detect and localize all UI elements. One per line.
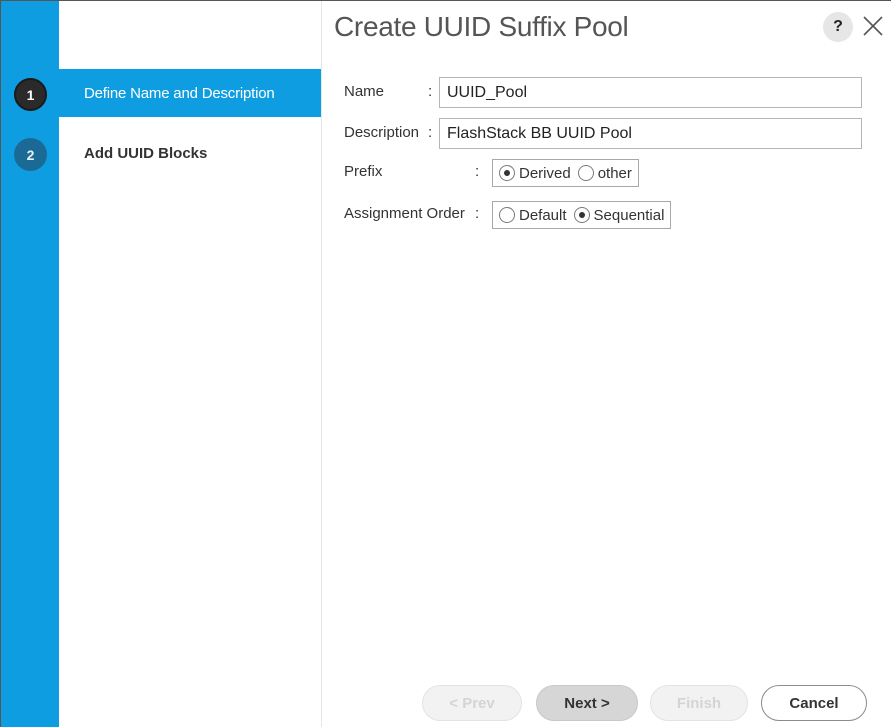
prefix-other-label: other <box>597 164 632 182</box>
prefix-separator: : <box>475 163 480 180</box>
prefix-derived-label: Derived <box>519 164 571 182</box>
description-label: Description <box>344 124 420 141</box>
assignment-default-option[interactable]: Default <box>499 207 567 224</box>
step-define-name-and-description[interactable]: Define Name and Description <box>59 69 321 117</box>
dialog-title: Create UUID Suffix Pool <box>334 11 629 42</box>
step-1-number[interactable]: 1 <box>14 78 47 111</box>
assignment-order-separator: : <box>475 205 480 222</box>
assignment-default-label: Default <box>519 206 567 224</box>
close-button[interactable] <box>858 11 888 41</box>
name-label: Name <box>344 83 385 100</box>
name-input[interactable] <box>439 77 862 108</box>
assignment-sequential-option[interactable]: Sequential <box>573 206 665 224</box>
prefix-radio-group: Derived other <box>492 159 639 187</box>
next-button[interactable]: Next > <box>536 685 638 721</box>
assignment-default-radio[interactable] <box>499 207 515 223</box>
name-separator: : <box>428 83 433 100</box>
prev-button[interactable]: < Prev <box>422 685 522 721</box>
assignment-sequential-radio[interactable] <box>573 207 590 223</box>
wizard-step-rail: 1 2 <box>1 1 59 727</box>
prefix-derived-option[interactable]: Derived <box>499 165 571 182</box>
prefix-derived-radio[interactable] <box>499 165 515 181</box>
assignment-order-label: Assignment Order <box>344 205 465 222</box>
description-separator: : <box>428 124 433 141</box>
create-uuid-suffix-pool-dialog: 1 2 Define Name and Description Add UUID… <box>0 0 891 727</box>
help-icon: ? <box>833 18 843 35</box>
finish-button[interactable]: Finish <box>650 685 748 721</box>
help-button[interactable]: ? <box>823 12 853 42</box>
step-add-uuid-blocks[interactable]: Add UUID Blocks <box>59 129 321 177</box>
cancel-button[interactable]: Cancel <box>761 685 867 721</box>
description-input[interactable] <box>439 118 862 149</box>
wizard-content: Create UUID Suffix Pool ? Name : Descrip… <box>321 1 891 727</box>
assignment-order-radio-group: Default Sequential <box>492 201 672 229</box>
prefix-other-option[interactable]: other <box>577 164 632 182</box>
close-icon <box>863 16 883 36</box>
wizard-steps-panel: Define Name and Description Add UUID Blo… <box>59 1 321 727</box>
prefix-label: Prefix <box>344 163 383 180</box>
step-2-number[interactable]: 2 <box>14 138 47 171</box>
prefix-other-radio[interactable] <box>577 165 594 181</box>
assignment-sequential-label: Sequential <box>593 206 665 224</box>
